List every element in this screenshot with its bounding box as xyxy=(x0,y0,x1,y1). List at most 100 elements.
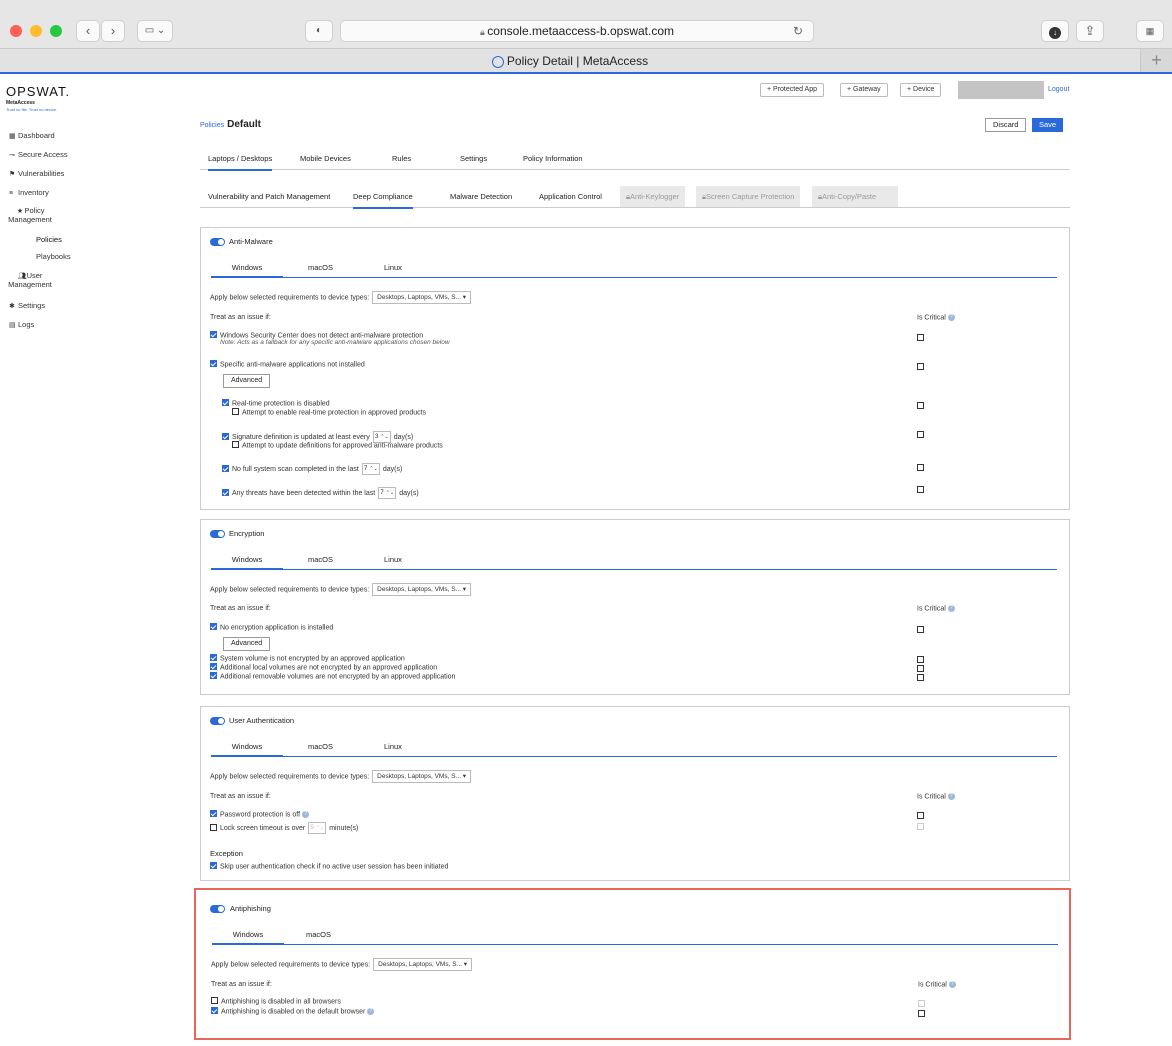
tab-screen-capture-protection[interactable]: 🔒︎Screen Capture Protection xyxy=(696,186,801,207)
minimize-window-button[interactable] xyxy=(30,25,42,37)
sidebar-subitem-playbooks[interactable]: Playbooks xyxy=(36,252,71,261)
sidebar-item-policy-management[interactable]: ★Policy Management xyxy=(0,207,60,224)
requirement-checkbox[interactable] xyxy=(210,623,217,630)
new-tab-button[interactable]: + xyxy=(1141,49,1172,73)
user-account-redacted[interactable] xyxy=(958,81,1044,99)
requirement-checkbox[interactable] xyxy=(210,823,217,831)
anti-malware-toggle[interactable] xyxy=(210,238,225,246)
critical-checkbox[interactable] xyxy=(918,1000,925,1007)
add-device-button[interactable]: + Device xyxy=(900,83,942,97)
logo[interactable]: OPSWAT. MetaAccess Trust no file. Trust … xyxy=(6,84,70,112)
critical-checkbox[interactable] xyxy=(917,402,924,409)
tab-malware-detection[interactable]: Malware Detection xyxy=(450,192,512,201)
logout-link[interactable]: Logout xyxy=(1048,86,1069,93)
tab-macos[interactable]: macOS xyxy=(306,930,331,939)
device-type-select[interactable]: Desktops, Laptops, VMs, S... ▾ xyxy=(373,958,473,971)
tab-mobile-devices[interactable]: Mobile Devices xyxy=(300,154,351,163)
privacy-shield-button[interactable]: ◐ xyxy=(305,20,333,42)
sidebar-item-vulnerabilities[interactable]: ⚑ Vulnerabilities xyxy=(9,169,64,178)
sub-requirement-checkbox[interactable] xyxy=(232,408,239,415)
tab-linux[interactable]: Linux xyxy=(384,263,402,272)
user-authentication-toggle[interactable] xyxy=(210,717,225,725)
back-button[interactable]: ‹ xyxy=(76,20,100,42)
tab-overview-button[interactable]: ▦ xyxy=(1136,20,1164,42)
days-stepper[interactable]: 7 ⌃⌄ xyxy=(378,487,397,499)
add-protected-app-button[interactable]: + Protected App xyxy=(760,83,825,97)
sidebar-item-secure-access[interactable]: ⊸ Secure Access xyxy=(9,150,68,159)
requirement-checkbox[interactable] xyxy=(210,810,217,817)
minutes-stepper[interactable]: 5 ⌃⌄ xyxy=(308,822,327,834)
save-button[interactable]: Save xyxy=(1032,118,1064,132)
requirement-checkbox[interactable] xyxy=(210,672,217,679)
browser-tab[interactable]: Policy Detail | MetaAccess xyxy=(0,49,1141,73)
sidebar-toggle-button[interactable]: ▭ ⌄ xyxy=(137,20,173,42)
tab-macos[interactable]: macOS xyxy=(308,742,333,751)
requirement-checkbox[interactable] xyxy=(210,663,217,670)
requirement-checkbox[interactable] xyxy=(211,997,218,1004)
critical-checkbox[interactable] xyxy=(917,823,924,830)
critical-checkbox[interactable] xyxy=(918,1010,925,1017)
tab-windows[interactable]: Windows xyxy=(211,742,283,757)
sidebar-item-logs[interactable]: ▤ Logs xyxy=(9,320,34,329)
sidebar-item-dashboard[interactable]: ▦ Dashboard xyxy=(9,131,55,140)
exception-checkbox[interactable] xyxy=(210,862,217,869)
reload-icon[interactable]: ↻ xyxy=(793,21,803,42)
tab-rules[interactable]: Rules xyxy=(392,154,411,163)
critical-checkbox[interactable] xyxy=(917,431,924,438)
device-type-select[interactable]: Desktops, Laptops, VMs, S... ▾ xyxy=(372,291,472,304)
tab-macos[interactable]: macOS xyxy=(308,263,333,272)
critical-checkbox[interactable] xyxy=(917,656,924,663)
requirement-checkbox[interactable] xyxy=(210,331,217,338)
tab-macos[interactable]: macOS xyxy=(308,555,333,564)
tab-settings[interactable]: Settings xyxy=(460,154,487,163)
requirement-checkbox[interactable] xyxy=(222,432,229,440)
discard-button[interactable]: Discard xyxy=(985,118,1027,132)
tab-windows[interactable]: Windows xyxy=(212,930,284,945)
address-bar[interactable]: 🔒︎ console.metaaccess-b.opswat.com ↻ xyxy=(340,20,814,42)
tab-application-control[interactable]: Application Control xyxy=(539,192,602,201)
tab-vulnerability-patch[interactable]: Vulnerability and Patch Management xyxy=(208,192,330,201)
tab-anti-keylogger[interactable]: 🔒︎Anti-Keylogger xyxy=(620,186,686,207)
requirement-checkbox[interactable] xyxy=(222,464,229,472)
zoom-window-button[interactable] xyxy=(50,25,62,37)
critical-checkbox[interactable] xyxy=(917,464,924,471)
tab-laptops-desktops[interactable]: Laptops / Desktops xyxy=(208,154,273,171)
requirement-checkbox[interactable] xyxy=(222,488,229,496)
device-type-select[interactable]: Desktops, Laptops, VMs, S... ▾ xyxy=(372,583,472,596)
forward-button[interactable]: › xyxy=(101,20,125,42)
tab-deep-compliance[interactable]: Deep Compliance xyxy=(353,192,413,209)
help-icon[interactable]: ? xyxy=(947,605,955,612)
days-stepper[interactable]: 7 ⌃⌄ xyxy=(361,463,380,475)
tab-anti-copy-paste[interactable]: 🔒︎Anti-Copy/Paste xyxy=(812,186,898,207)
sidebar-item-inventory[interactable]: ≡ Inventory xyxy=(9,188,49,197)
help-icon[interactable]: ? xyxy=(948,981,956,988)
tab-policy-information[interactable]: Policy Information xyxy=(523,154,583,163)
critical-checkbox[interactable] xyxy=(917,626,924,633)
encryption-toggle[interactable] xyxy=(210,530,225,538)
add-gateway-button[interactable]: + Gateway xyxy=(840,83,888,97)
antiphishing-toggle[interactable] xyxy=(210,905,225,913)
breadcrumb-parent-link[interactable]: Policies xyxy=(200,122,224,129)
tab-linux[interactable]: Linux xyxy=(384,742,402,751)
requirement-checkbox[interactable] xyxy=(210,654,217,661)
requirement-checkbox[interactable] xyxy=(210,360,217,367)
help-icon[interactable]: ? xyxy=(947,314,955,321)
tab-windows[interactable]: Windows xyxy=(211,263,283,278)
requirement-checkbox[interactable] xyxy=(222,399,229,406)
requirement-checkbox[interactable] xyxy=(211,1007,218,1014)
downloads-button[interactable]: ↓ xyxy=(1041,20,1069,42)
sub-requirement-checkbox[interactable] xyxy=(232,441,239,448)
critical-checkbox[interactable] xyxy=(917,665,924,672)
share-button[interactable]: ⇪ xyxy=(1076,20,1104,42)
help-icon[interactable]: ? xyxy=(947,793,955,800)
sidebar-subitem-policies[interactable]: Policies xyxy=(36,235,62,244)
help-icon[interactable]: ? xyxy=(367,1008,375,1015)
critical-checkbox[interactable] xyxy=(917,674,924,681)
sidebar-item-settings[interactable]: ✱ Settings xyxy=(9,301,45,310)
tab-linux[interactable]: Linux xyxy=(384,555,402,564)
advanced-button[interactable]: Advanced xyxy=(223,374,271,388)
close-window-button[interactable] xyxy=(10,25,22,37)
advanced-button[interactable]: Advanced xyxy=(223,637,271,651)
critical-checkbox[interactable] xyxy=(917,363,924,370)
critical-checkbox[interactable] xyxy=(917,334,924,341)
